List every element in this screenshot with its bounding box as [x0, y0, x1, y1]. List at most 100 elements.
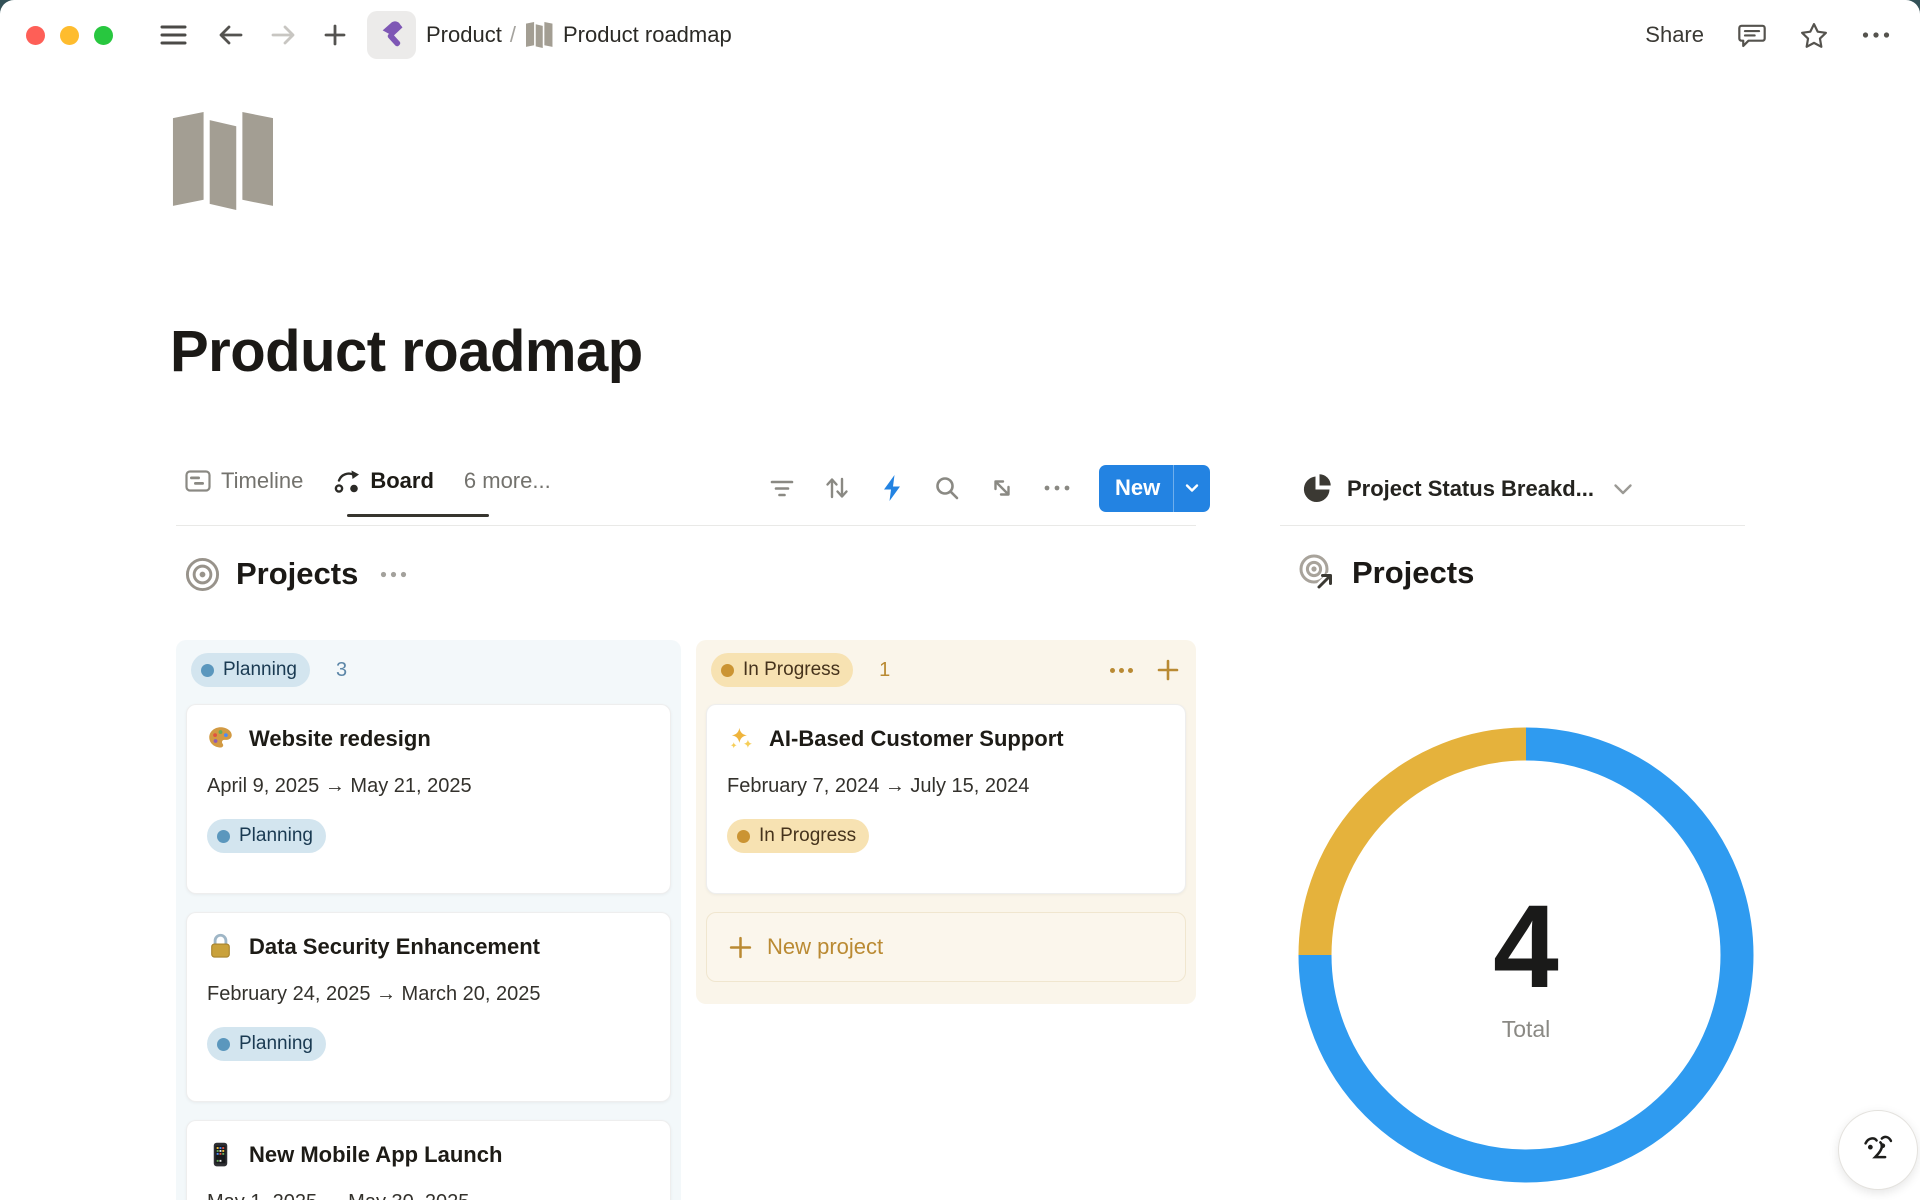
tab-more-views[interactable]: 6 more... — [464, 468, 551, 494]
favorite-star-icon[interactable] — [1800, 21, 1828, 49]
new-tab-plus-icon[interactable] — [321, 21, 349, 49]
new-project-label: New project — [767, 934, 883, 960]
board-view-icon — [333, 468, 360, 494]
filter-icon[interactable] — [768, 474, 796, 502]
page-map-icon[interactable] — [172, 112, 276, 215]
card-date-range: April 9, 2025 → May 21, 2025 — [207, 775, 650, 798]
chart-widget-header[interactable]: Project Status Breakd... — [1300, 472, 1633, 506]
pie-chart-icon — [1300, 472, 1334, 506]
project-card-website-redesign[interactable]: Website redesign April 9, 2025 → May 21,… — [186, 704, 671, 894]
minimize-window-button[interactable] — [60, 26, 79, 45]
page-title[interactable]: Product roadmap — [170, 318, 643, 385]
project-card-data-security[interactable]: Data Security Enhancement February 24, 2… — [186, 912, 671, 1102]
status-label: In Progress — [743, 659, 840, 681]
share-button[interactable]: Share — [1645, 22, 1704, 48]
app-window: Product / Product roadmap Share Product … — [0, 0, 1920, 1200]
traffic-lights — [26, 26, 113, 45]
teamspace-hammer-icon[interactable] — [367, 11, 416, 59]
status-label: Planning — [223, 659, 297, 681]
sparkles-icon — [727, 725, 754, 752]
back-icon[interactable] — [217, 21, 245, 49]
board-column-in-progress: In Progress 1 AI-Based Customer Support … — [696, 640, 1196, 1004]
mobile-phone-icon — [207, 1141, 234, 1168]
linked-target-icon — [1298, 554, 1336, 592]
card-title: Website redesign — [249, 726, 431, 752]
board-section-heading: Projects — [185, 556, 407, 592]
database-toolbar: New — [768, 464, 1210, 512]
board-header-divider — [176, 525, 1196, 526]
project-card-ai-support[interactable]: AI-Based Customer Support February 7, 20… — [706, 704, 1186, 894]
more-options-icon[interactable] — [1862, 21, 1890, 49]
chart-section-title: Projects — [1352, 555, 1474, 591]
expand-icon[interactable] — [988, 474, 1016, 502]
new-button-chevron[interactable] — [1174, 483, 1210, 493]
column-count: 1 — [879, 659, 890, 682]
automations-lightning-icon[interactable] — [878, 474, 906, 502]
donut-total-value: 4 — [1493, 881, 1559, 1013]
new-project-button[interactable]: New project — [706, 912, 1186, 982]
comments-icon[interactable] — [1738, 21, 1766, 49]
target-icon — [185, 557, 220, 592]
new-record-split-button: New — [1099, 465, 1210, 512]
sidebar-menu-icon[interactable] — [159, 21, 187, 49]
topbar-actions: Share — [1645, 21, 1890, 49]
status-label: Planning — [239, 825, 313, 847]
card-status-tag: In Progress — [727, 819, 869, 853]
lock-icon — [207, 933, 234, 960]
column-more-icon[interactable] — [1108, 657, 1134, 683]
board-section-title: Projects — [236, 556, 358, 592]
status-dot — [201, 664, 214, 677]
card-title: Data Security Enhancement — [249, 934, 540, 960]
card-title: AI-Based Customer Support — [769, 726, 1064, 752]
zoom-window-button[interactable] — [94, 26, 113, 45]
close-window-button[interactable] — [26, 26, 45, 45]
chart-header-divider — [1280, 525, 1745, 526]
breadcrumb-map-icon[interactable] — [526, 22, 553, 48]
palette-icon — [207, 725, 234, 752]
status-dot — [217, 830, 230, 843]
column-header-planning: Planning 3 — [186, 652, 671, 688]
status-label: Planning — [239, 1033, 313, 1055]
status-label: In Progress — [759, 825, 856, 847]
ai-face-icon — [1857, 1129, 1899, 1171]
chevron-down-icon — [1613, 483, 1633, 496]
timeline-view-icon — [185, 469, 211, 493]
project-card-mobile-app[interactable]: New Mobile App Launch May 1, 2025 → May … — [186, 1120, 671, 1200]
tab-board-label: Board — [370, 468, 434, 494]
search-icon[interactable] — [933, 474, 961, 502]
section-more-icon[interactable] — [380, 571, 407, 578]
view-options-icon[interactable] — [1043, 474, 1071, 502]
status-donut-chart: 4 Total — [1286, 715, 1766, 1200]
tab-timeline[interactable]: Timeline — [185, 468, 303, 494]
column-add-icon[interactable] — [1155, 657, 1181, 683]
breadcrumb-page[interactable]: Product roadmap — [563, 22, 732, 48]
notion-ai-button[interactable] — [1838, 1110, 1918, 1190]
status-dot — [217, 1038, 230, 1051]
column-count: 3 — [336, 659, 347, 682]
chart-widget-title: Project Status Breakd... — [1347, 476, 1594, 502]
card-status-tag: Planning — [207, 1027, 326, 1061]
tab-more-label: 6 more... — [464, 468, 551, 494]
chart-section-heading: Projects — [1298, 554, 1474, 592]
status-pill-in-progress[interactable]: In Progress — [711, 653, 853, 687]
column-actions — [1108, 657, 1181, 683]
status-dot — [721, 664, 734, 677]
status-dot — [737, 830, 750, 843]
status-pill-planning[interactable]: Planning — [191, 653, 310, 687]
card-date-range: May 1, 2025 → May 30, 2025 — [207, 1191, 650, 1200]
active-tab-underline — [347, 514, 489, 517]
sort-icon[interactable] — [823, 474, 851, 502]
card-date-range: February 7, 2024 → July 15, 2024 — [727, 775, 1165, 798]
card-status-tag: Planning — [207, 819, 326, 853]
breadcrumb-separator: / — [510, 22, 516, 48]
forward-icon[interactable] — [269, 21, 297, 49]
card-title: New Mobile App Launch — [249, 1142, 502, 1168]
column-header-in-progress: In Progress 1 — [706, 652, 1186, 688]
new-button[interactable]: New — [1099, 475, 1160, 501]
window-topbar: Product / Product roadmap Share — [0, 0, 1920, 70]
plus-icon — [729, 936, 752, 959]
card-date-range: February 24, 2025 → March 20, 2025 — [207, 983, 650, 1006]
tab-board[interactable]: Board — [333, 468, 434, 494]
board-column-planning: Planning 3 Website redesign April 9, 202… — [176, 640, 681, 1200]
breadcrumb-team[interactable]: Product — [426, 22, 502, 48]
